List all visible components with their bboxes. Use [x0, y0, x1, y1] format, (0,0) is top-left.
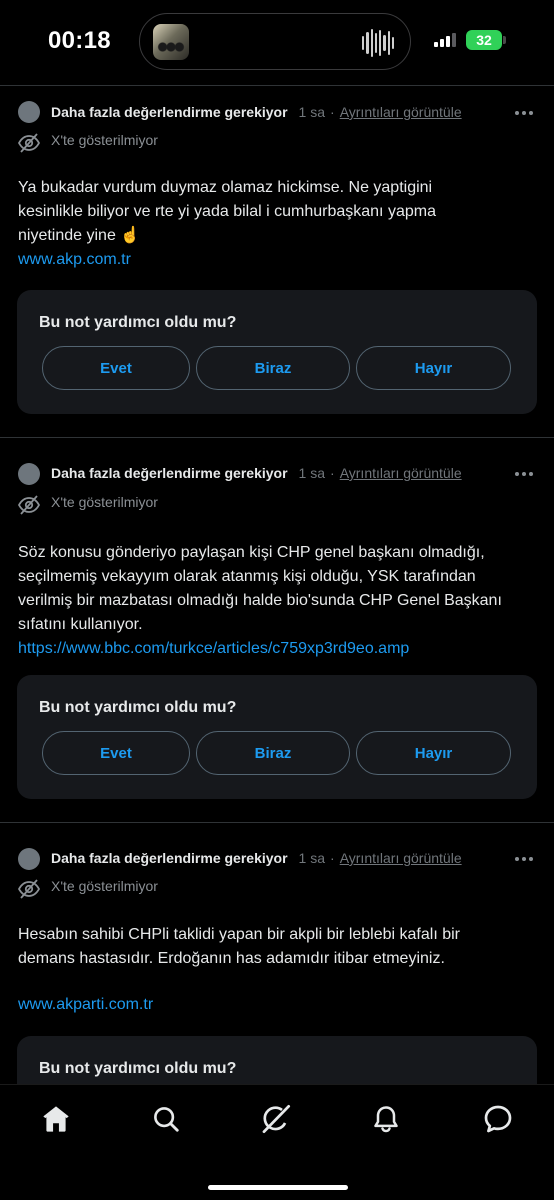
messages-icon[interactable] — [480, 1101, 516, 1137]
view-details-link[interactable]: Ayrıntıları görüntüle — [340, 104, 462, 120]
note-header: Daha fazla değerlendirme gerekiyor 1 sa … — [51, 104, 462, 120]
view-details-link[interactable]: Ayrıntıları görüntüle — [340, 465, 462, 481]
eye-slash-icon — [17, 495, 41, 515]
search-icon[interactable] — [148, 1101, 184, 1137]
note-text-line: kesinlikle biliyor ve rte yi yada bilal … — [18, 203, 436, 220]
cellular-signal-icon — [434, 33, 456, 47]
separator: · — [330, 850, 335, 866]
note-text-line: Söz konusu gönderiyo paylaşan kişi CHP g… — [18, 544, 485, 561]
note-time: 1 sa — [298, 850, 326, 866]
note-status: Daha fazla değerlendirme gerekiyor — [51, 104, 288, 120]
rating-question: Bu not yardımcı oldu mu? — [39, 1060, 237, 1077]
separator: · — [330, 465, 335, 481]
avatar — [18, 101, 40, 123]
rate-no-button[interactable]: Hayır — [356, 731, 511, 775]
eye-slash-icon — [17, 133, 41, 153]
rating-question: Bu not yardımcı oldu mu? — [39, 699, 237, 716]
rating-card: Bu not yardımcı oldu mu? Evet Biraz Hayı… — [17, 290, 537, 414]
more-options-icon[interactable] — [515, 857, 533, 861]
avatar — [18, 463, 40, 485]
note-text-line: verilmiş bir mazbatası olmadığı halde bi… — [18, 592, 502, 609]
dynamic-island[interactable] — [139, 13, 411, 70]
rate-yes-button[interactable]: Evet — [42, 346, 190, 390]
battery-indicator: 32 — [466, 30, 502, 50]
home-indicator[interactable] — [208, 1185, 348, 1190]
note-header: Daha fazla değerlendirme gerekiyor 1 sa … — [51, 465, 462, 481]
source-link[interactable]: https://www.bbc.com/turkce/articles/c759… — [18, 637, 538, 661]
note-time: 1 sa — [298, 465, 326, 481]
rating-card: Bu not yardımcı oldu mu? Evet Biraz Hayı… — [17, 675, 537, 799]
note-text-line: Hesabın sahibi CHPli taklidi yapan bir a… — [18, 926, 460, 943]
note-text-line: demans hastasıdır. Erdoğanın has adamıdı… — [18, 950, 445, 967]
visibility-label: X'te gösterilmiyor — [51, 494, 158, 510]
eye-slash-icon — [17, 879, 41, 899]
note-status: Daha fazla değerlendirme gerekiyor — [51, 465, 288, 481]
note-status: Daha fazla değerlendirme gerekiyor — [51, 850, 288, 866]
note-text-line: Ya bukadar vurdum duymaz olamaz hickimse… — [18, 179, 433, 196]
view-details-link[interactable]: Ayrıntıları görüntüle — [340, 850, 462, 866]
community-note: Daha fazla değerlendirme gerekiyor 1 sa … — [0, 85, 554, 437]
source-link[interactable]: www.akparti.com.tr — [18, 993, 538, 1017]
note-text-line: seçilmemiş vekayyım olarak atanmış kişi … — [18, 568, 476, 585]
note-body: Söz konusu gönderiyo paylaşan kişi CHP g… — [18, 541, 538, 661]
avatar — [18, 848, 40, 870]
clock: 00:18 — [48, 27, 111, 54]
note-text-line: niyetinde yine ☝️ — [18, 227, 141, 244]
grok-icon[interactable] — [258, 1101, 294, 1137]
home-icon[interactable] — [38, 1101, 74, 1137]
status-bar: 00:18 32 — [0, 0, 554, 82]
rate-somewhat-button[interactable]: Biraz — [196, 346, 350, 390]
rate-yes-button[interactable]: Evet — [42, 731, 190, 775]
bottom-tab-bar — [0, 1084, 554, 1200]
community-note: Daha fazla değerlendirme gerekiyor 1 sa … — [0, 437, 554, 822]
separator: · — [330, 104, 335, 120]
more-options-icon[interactable] — [515, 472, 533, 476]
rate-somewhat-button[interactable]: Biraz — [196, 731, 350, 775]
note-header: Daha fazla değerlendirme gerekiyor 1 sa … — [51, 850, 462, 866]
note-body: Hesabın sahibi CHPli taklidi yapan bir a… — [18, 923, 538, 1017]
note-body: Ya bukadar vurdum duymaz olamaz hickimse… — [18, 176, 538, 272]
rate-no-button[interactable]: Hayır — [356, 346, 511, 390]
source-link[interactable]: www.akp.com.tr — [18, 248, 538, 272]
more-options-icon[interactable] — [515, 111, 533, 115]
visibility-label: X'te gösterilmiyor — [51, 132, 158, 148]
audio-waveform-icon — [362, 29, 394, 57]
visibility-label: X'te gösterilmiyor — [51, 878, 158, 894]
now-playing-artwork — [153, 24, 189, 60]
note-text-line: sıfatını kullanıyor. — [18, 616, 143, 633]
bell-icon[interactable] — [368, 1101, 404, 1137]
battery-tip — [503, 36, 506, 44]
rating-question: Bu not yardımcı oldu mu? — [39, 314, 237, 331]
note-time: 1 sa — [298, 104, 326, 120]
community-note: Daha fazla değerlendirme gerekiyor 1 sa … — [0, 822, 554, 1096]
